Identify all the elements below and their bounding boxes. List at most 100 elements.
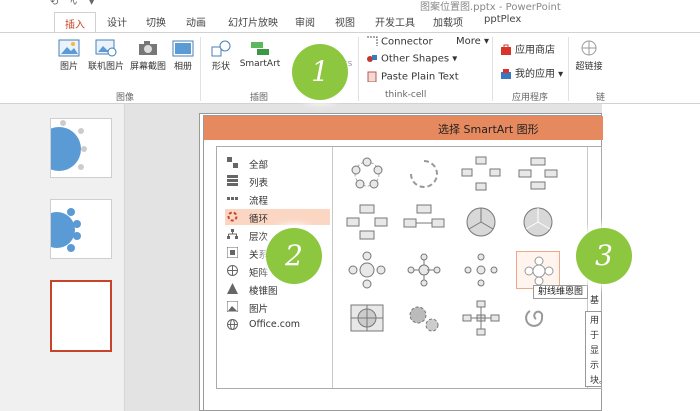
- step-badge: 3: [576, 228, 632, 284]
- category-list-type[interactable]: 列表: [225, 173, 330, 189]
- category-office-com[interactable]: Office.com: [225, 317, 330, 333]
- group-separator: [200, 37, 201, 101]
- pyramid-icon: [227, 283, 238, 294]
- layout-gallery: [335, 147, 585, 388]
- group-separator: [568, 37, 569, 101]
- hub-icon: [462, 300, 500, 336]
- layout-continuous-cycle[interactable]: [402, 203, 446, 241]
- album-icon: [172, 40, 194, 57]
- paste-plain-text-button[interactable]: Paste Plain Text: [366, 71, 459, 83]
- my-apps-icon: [501, 69, 511, 79]
- online-picture-icon: [95, 39, 117, 57]
- segmented-cycle-layout-icon: [518, 157, 558, 190]
- ribbon: 图片 联机图片 屏幕截图 相册 图像 形状 SmartArt ts 插图 Con…: [0, 32, 700, 104]
- tab-insert[interactable]: 插入: [54, 12, 96, 33]
- slide-thumbnail[interactable]: [50, 199, 112, 259]
- tab-addins[interactable]: 加载项: [433, 14, 463, 29]
- tab-view[interactable]: 视图: [335, 14, 355, 29]
- online-picture-button[interactable]: 联机图片: [86, 39, 126, 72]
- cycle-diagram-thumb: [51, 120, 87, 171]
- globe-link-icon: [581, 40, 597, 56]
- layout-gear[interactable]: [345, 251, 389, 289]
- spiral-icon: [525, 310, 544, 327]
- smartart-icon: [251, 42, 269, 55]
- continuous-cycle-icon: [403, 204, 445, 228]
- shapes-icon: [211, 40, 231, 57]
- group-label-links: 链: [596, 93, 606, 103]
- camera-icon: [139, 41, 157, 55]
- smartart-dialog: 选择 SmartArt 图形 全部 列表 流程 循环 层次 关系 矩阵 棱锥图 …: [203, 115, 603, 411]
- layout-gear-2[interactable]: [402, 299, 446, 337]
- picture-icon: [58, 39, 80, 57]
- layout-radial-cluster[interactable]: [402, 251, 446, 289]
- layout-diverging-radial[interactable]: [459, 251, 503, 289]
- tab-design[interactable]: 设计: [107, 14, 127, 29]
- layout-cycle-matrix[interactable]: [459, 203, 503, 241]
- radial-cluster-icon: [407, 253, 441, 287]
- dialog-title-bar[interactable]: 选择 SmartArt 图形: [204, 116, 603, 140]
- tab-review[interactable]: 审阅: [295, 14, 315, 29]
- layout-pie-cycle[interactable]: [516, 203, 560, 241]
- other-shapes-button[interactable]: Other Shapes ▾: [366, 53, 457, 65]
- connector-button[interactable]: Connector: [366, 36, 433, 48]
- relationship-icon: [227, 247, 238, 258]
- category-process[interactable]: 流程: [225, 191, 330, 207]
- layout-description: 用于显示块。间。: [585, 311, 602, 387]
- layout-block-cycle[interactable]: [459, 155, 503, 193]
- block-cycle-layout-icon: [461, 156, 501, 191]
- hierarchy-icon: [227, 229, 238, 239]
- smartart-button[interactable]: SmartArt: [238, 39, 282, 69]
- layout-basic-cycle[interactable]: [345, 155, 389, 193]
- layout-cycle-matrix-2[interactable]: [345, 299, 389, 337]
- tab-transitions[interactable]: 切换: [146, 14, 166, 29]
- paste-icon: [367, 71, 377, 82]
- tab-slideshow[interactable]: 幻灯片放映: [228, 14, 278, 29]
- step-badge: 2: [266, 228, 322, 284]
- layout-segmented-cycle[interactable]: [516, 155, 560, 193]
- quick-access-toolbar[interactable]: ⟲ ∿ ▾: [50, 0, 98, 8]
- process-icon: [227, 197, 238, 200]
- category-pyramid[interactable]: 棱锥图: [225, 281, 330, 297]
- picture-small-icon: [227, 301, 238, 312]
- ribbon-tabs: 插入 设计 切换 动画 幻灯片放映 审阅 视图 开发工具 加载项 pptPlex: [0, 12, 700, 33]
- list-icon: [227, 175, 238, 186]
- tab-pptplex[interactable]: pptPlex: [484, 14, 521, 25]
- diverging-radial-icon: [464, 253, 498, 287]
- picture-button[interactable]: 图片: [56, 39, 82, 72]
- title-bar: ⟲ ∿ ▾ 图案位置图.pptx - PowerPoint: [0, 0, 700, 13]
- category-picture[interactable]: 图片: [225, 299, 330, 315]
- layout-tooltip: 射线维恩图: [533, 285, 589, 299]
- category-cycle[interactable]: 循环: [225, 209, 330, 225]
- category-all[interactable]: 全部: [225, 155, 330, 171]
- slide-thumbnail[interactable]: [50, 118, 112, 178]
- store-button[interactable]: 应用商店: [500, 41, 555, 56]
- layout-radial-venn-selected[interactable]: [516, 251, 560, 289]
- my-apps-button[interactable]: 我的应用 ▾: [500, 65, 563, 80]
- cycle-matrix-icon: [466, 207, 496, 237]
- globe-icon: [227, 319, 238, 330]
- group-label-thinkcell: think-cell: [385, 90, 427, 100]
- slide-thumbnail-selected[interactable]: [50, 280, 112, 352]
- screenshot-button[interactable]: 屏幕截图: [128, 39, 168, 72]
- pie-cycle-icon: [523, 207, 553, 237]
- radial-cycle-icon: [348, 251, 386, 289]
- gear-icon: [409, 306, 439, 332]
- matrix-icon: [227, 265, 238, 276]
- store-icon: [501, 44, 511, 55]
- shapes-button[interactable]: 形状: [208, 39, 234, 72]
- layout-spiral[interactable]: [516, 299, 560, 337]
- layout-text-cycle[interactable]: [402, 155, 446, 193]
- hyperlink-button[interactable]: 超链接: [572, 39, 606, 72]
- tab-developer[interactable]: 开发工具: [375, 14, 415, 29]
- slide-thumbnail-pane[interactable]: [0, 104, 125, 411]
- more-button[interactable]: More ▾: [456, 36, 489, 47]
- photo-album-button[interactable]: 相册: [170, 39, 196, 72]
- cycle-matrix-2-icon: [350, 304, 384, 332]
- shapes-small-icon: [367, 55, 377, 62]
- text-cycle-layout-icon: [410, 160, 438, 188]
- detail-label: 基: [590, 296, 600, 306]
- layout-hub[interactable]: [459, 299, 503, 337]
- group-label-illustrations: 插图: [250, 93, 269, 103]
- layout-nondirectional-cycle[interactable]: [345, 203, 389, 241]
- tab-animations[interactable]: 动画: [186, 14, 206, 29]
